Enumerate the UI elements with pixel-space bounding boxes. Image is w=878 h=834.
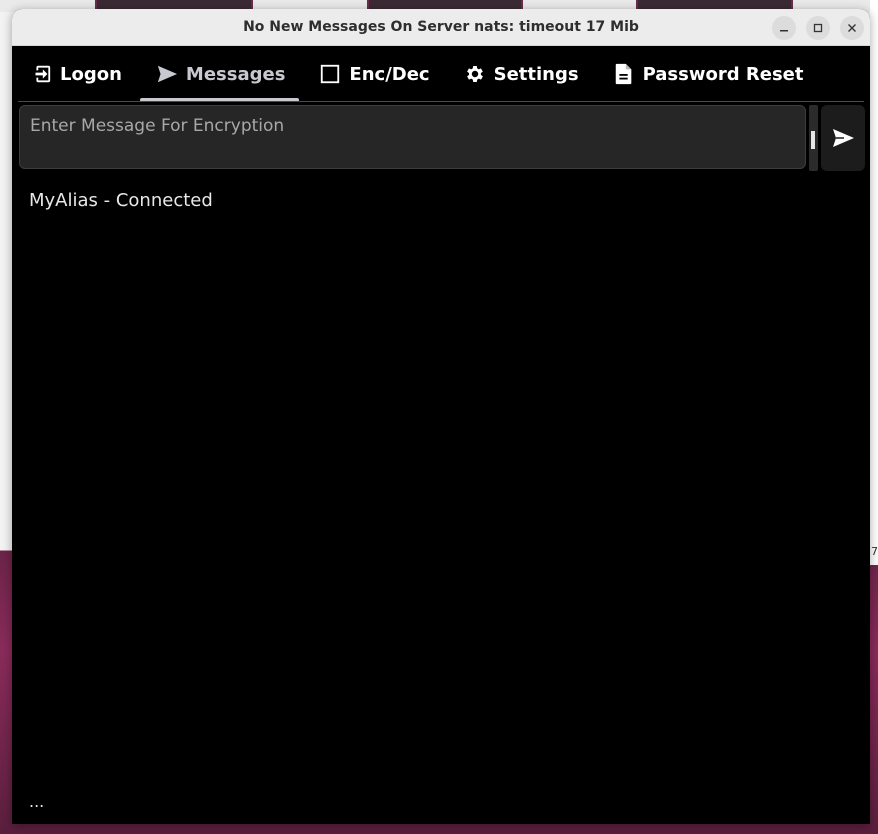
- tab-settings-label: Settings: [493, 63, 579, 85]
- maximize-button[interactable]: [806, 16, 830, 40]
- tab-settings[interactable]: Settings: [446, 46, 595, 102]
- tab-enc-dec-label: Enc/Dec: [349, 63, 430, 85]
- close-icon: [848, 24, 856, 32]
- document-icon: [613, 63, 635, 85]
- tab-password-reset[interactable]: Password Reset: [595, 46, 820, 102]
- footer-status: ...: [29, 792, 45, 811]
- title-bar[interactable]: No New Messages On Server nats: timeout …: [12, 9, 870, 46]
- background-window-label: 7: [871, 545, 878, 558]
- send-button[interactable]: [821, 105, 865, 171]
- minimize-icon: [780, 30, 788, 32]
- checkbox-icon: [319, 63, 341, 85]
- message-input[interactable]: Enter Message For Encryption: [19, 105, 806, 169]
- tab-logon-label: Logon: [60, 63, 122, 85]
- tab-enc-dec[interactable]: Enc/Dec: [301, 46, 445, 102]
- background-window-edge: [870, 0, 878, 565]
- window-title: No New Messages On Server nats: timeout …: [243, 19, 639, 35]
- tab-messages-label: Messages: [185, 63, 286, 85]
- maximize-icon: [813, 23, 823, 33]
- close-button[interactable]: [840, 16, 864, 40]
- tab-logon[interactable]: Logon: [12, 46, 138, 102]
- logon-icon: [30, 63, 52, 85]
- tab-messages[interactable]: Messages: [138, 46, 302, 102]
- minimize-button[interactable]: [772, 16, 796, 40]
- tab-password-reset-label: Password Reset: [642, 63, 804, 85]
- tab-bar: Logon Messages Enc/Dec Settings Password…: [12, 46, 870, 102]
- app-window: No New Messages On Server nats: timeout …: [12, 9, 870, 824]
- scrollbar-thumb[interactable]: [811, 131, 815, 149]
- send-icon: [833, 129, 854, 147]
- tab-bar-divider: [18, 101, 864, 102]
- message-input-placeholder: Enter Message For Encryption: [30, 116, 285, 136]
- window-controls: [772, 16, 864, 40]
- message-input-scrollbar[interactable]: [809, 105, 818, 171]
- gear-icon: [464, 63, 486, 85]
- connection-status: MyAlias - Connected: [29, 190, 213, 211]
- send-icon: [156, 63, 178, 85]
